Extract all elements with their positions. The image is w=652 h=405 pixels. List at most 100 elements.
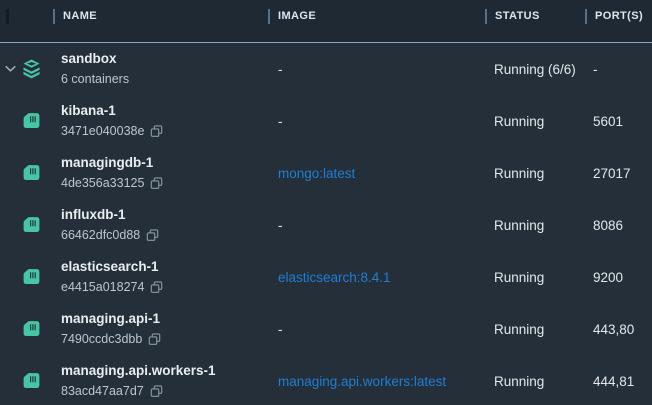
copy-icon[interactable] xyxy=(148,333,161,346)
image-cell: managing.api.workers:latest xyxy=(268,374,485,389)
ports-cell-text: 8086 xyxy=(593,218,623,233)
container-subtext-row: 3471e040038e xyxy=(61,121,268,141)
header-label-image: IMAGE xyxy=(278,10,316,22)
table-row[interactable]: kibana-1 3471e040038e - Running 5601 xyxy=(0,95,652,147)
container-name: elasticsearch-1 xyxy=(61,257,268,277)
copy-icon[interactable] xyxy=(146,229,159,242)
container-subtext-row: 66462dfc0d88 xyxy=(61,225,268,245)
ports-cell: 9200 xyxy=(585,270,652,285)
chevron-down-icon[interactable] xyxy=(5,66,16,73)
container-icon xyxy=(21,111,42,132)
container-subtext-row: 83acd47aa7d7 xyxy=(61,381,268,401)
ports-cell: 27017 xyxy=(585,166,652,181)
ports-cell: 444,81 xyxy=(585,374,652,389)
image-cell: - xyxy=(268,114,485,129)
ports-cell: 8086 xyxy=(585,218,652,233)
row-controls xyxy=(0,303,53,355)
ports-cell: - xyxy=(585,62,652,77)
table-row[interactable]: managing.api-1 7490ccdc3dbb - Running 44… xyxy=(0,303,652,355)
column-separator xyxy=(53,9,55,24)
row-controls xyxy=(0,355,53,405)
table-row[interactable]: sandbox 6 containers - Running (6/6) - xyxy=(0,43,652,95)
container-icon xyxy=(21,267,42,288)
container-subtext-row: 6 containers xyxy=(61,69,268,89)
image-cell-text[interactable]: managing.api.workers:latest xyxy=(278,374,446,389)
name-cell: managingdb-1 4de356a33125 xyxy=(53,153,268,193)
copy-icon[interactable] xyxy=(150,177,163,190)
container-icon xyxy=(21,163,42,184)
name-cell: managing.api.workers-1 83acd47aa7d7 xyxy=(53,361,268,401)
container-subtext-row: 4de356a33125 xyxy=(61,173,268,193)
status-cell: Running (6/6) xyxy=(485,62,585,77)
container-name: sandbox xyxy=(61,49,268,69)
header-cell-name[interactable]: NAME xyxy=(53,9,268,34)
table-header: NAME IMAGE STATUS PORT(S) xyxy=(0,0,652,43)
column-separator xyxy=(485,9,487,24)
ports-cell-text: 27017 xyxy=(593,166,631,181)
container-id: 66462dfc0d88 xyxy=(61,225,140,245)
status-cell-text: Running xyxy=(494,166,544,181)
row-controls xyxy=(0,251,53,303)
table-row[interactable]: managingdb-1 4de356a33125 mongo:latest R… xyxy=(0,147,652,199)
container-icon xyxy=(21,215,42,236)
ports-cell-text: 443,80 xyxy=(593,322,634,337)
container-name: managing.api.workers-1 xyxy=(61,361,268,381)
image-cell-text: - xyxy=(278,218,283,233)
image-cell: elasticsearch:8.4.1 xyxy=(268,270,485,285)
table-row[interactable]: elasticsearch-1 e4415a018274 elasticsear… xyxy=(0,251,652,303)
copy-icon[interactable] xyxy=(150,385,163,398)
ports-cell-text: 444,81 xyxy=(593,374,634,389)
name-cell: sandbox 6 containers xyxy=(53,49,268,89)
container-subtext-row: 7490ccdc3dbb xyxy=(61,329,268,349)
row-controls xyxy=(0,199,53,251)
header-cell-status[interactable]: STATUS xyxy=(485,9,585,34)
copy-icon[interactable] xyxy=(150,125,163,138)
row-controls xyxy=(0,147,53,199)
container-id: 83acd47aa7d7 xyxy=(61,381,144,401)
ports-cell: 5601 xyxy=(585,114,652,129)
status-cell-text: Running xyxy=(494,218,544,233)
status-cell: Running xyxy=(485,322,585,337)
header-label-name: NAME xyxy=(63,10,97,22)
compose-stack-icon xyxy=(21,59,42,80)
container-icon xyxy=(21,371,42,392)
image-cell-text[interactable]: mongo:latest xyxy=(278,166,355,181)
row-controls xyxy=(0,43,53,95)
name-cell: managing.api-1 7490ccdc3dbb xyxy=(53,309,268,349)
table-row[interactable]: managing.api.workers-1 83acd47aa7d7 mana… xyxy=(0,355,652,405)
status-cell: Running xyxy=(485,218,585,233)
container-id: 3471e040038e xyxy=(61,121,144,141)
status-cell: Running xyxy=(485,270,585,285)
containers-table: NAME IMAGE STATUS PORT(S) xyxy=(0,0,652,405)
status-cell-text: Running (6/6) xyxy=(494,62,576,77)
status-cell-text: Running xyxy=(494,114,544,129)
container-table-body: sandbox 6 containers - Running (6/6) - xyxy=(0,43,652,405)
header-cell-ports[interactable]: PORT(S) xyxy=(585,9,652,34)
image-cell: mongo:latest xyxy=(268,166,485,181)
image-cell-text: - xyxy=(278,114,283,129)
header-cell-image[interactable]: IMAGE xyxy=(268,9,485,34)
image-cell: - xyxy=(268,62,485,77)
status-cell-text: Running xyxy=(494,374,544,389)
column-separator xyxy=(268,9,270,24)
container-subtext-row: e4415a018274 xyxy=(61,277,268,297)
ports-cell: 443,80 xyxy=(585,322,652,337)
image-cell-text[interactable]: elasticsearch:8.4.1 xyxy=(278,270,391,285)
ports-cell-text: 5601 xyxy=(593,114,623,129)
table-row[interactable]: influxdb-1 66462dfc0d88 - Running 8086 xyxy=(0,199,652,251)
column-separator xyxy=(585,9,587,24)
status-cell: Running xyxy=(485,166,585,181)
image-cell: - xyxy=(268,218,485,233)
image-cell-text: - xyxy=(278,62,283,77)
container-id: 4de356a33125 xyxy=(61,173,144,193)
container-name: managingdb-1 xyxy=(61,153,268,173)
ports-cell-text: 9200 xyxy=(593,270,623,285)
header-cell-controls xyxy=(0,9,53,34)
container-id: 7490ccdc3dbb xyxy=(61,329,142,349)
container-name: influxdb-1 xyxy=(61,205,268,225)
status-cell-text: Running xyxy=(494,270,544,285)
copy-icon[interactable] xyxy=(150,281,163,294)
image-cell: - xyxy=(268,322,485,337)
status-cell: Running xyxy=(485,374,585,389)
image-cell-text: - xyxy=(278,322,283,337)
